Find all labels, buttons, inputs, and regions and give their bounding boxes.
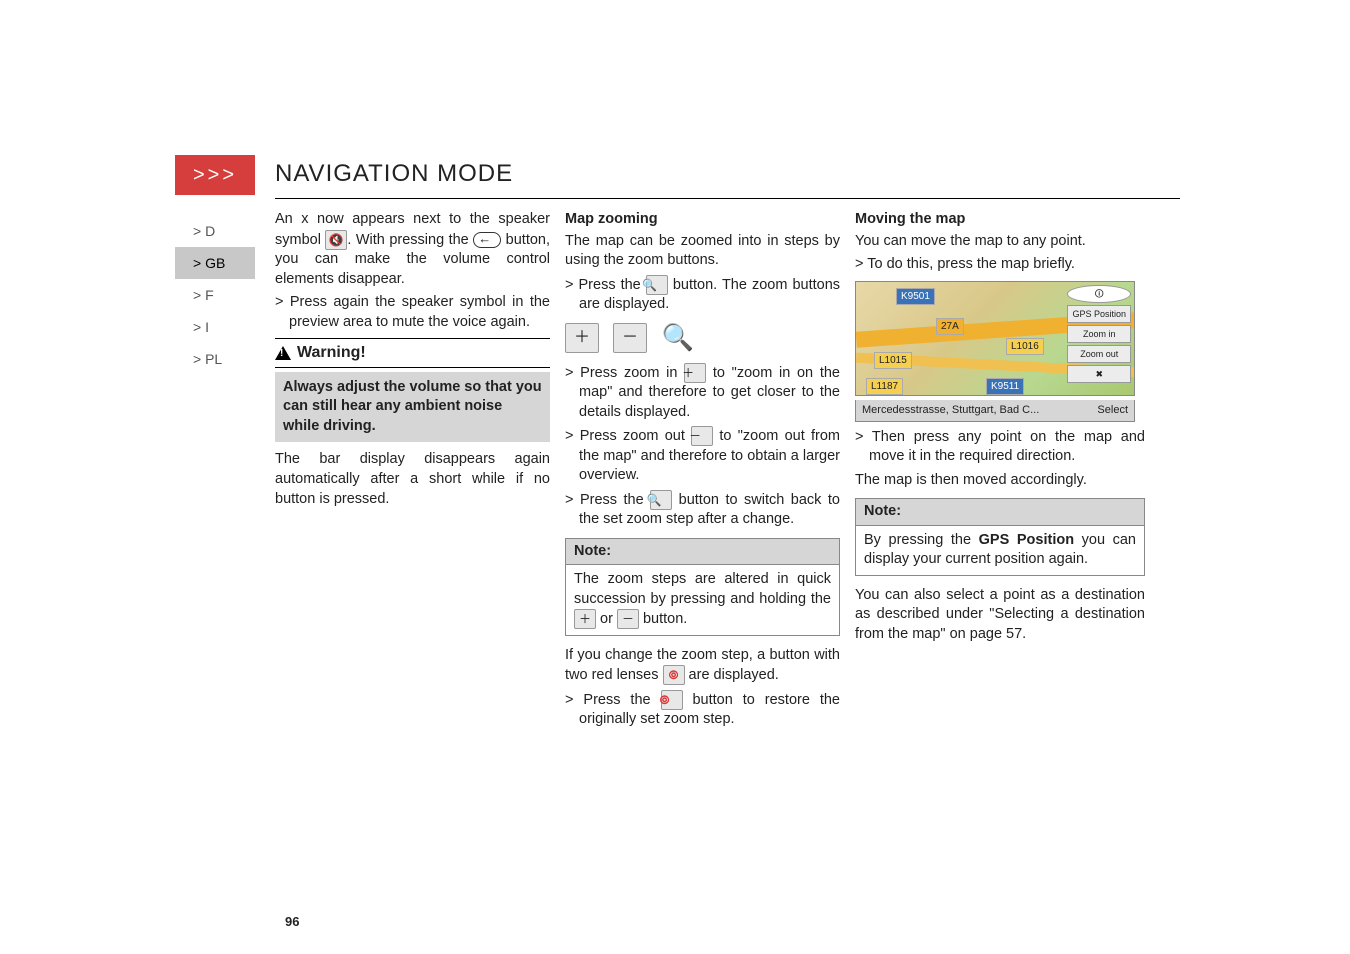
minus-icon-2: － (617, 609, 639, 629)
zoom-in-button[interactable]: ＋ (565, 323, 599, 353)
side-nav: > D > GB > F > I > PL (175, 215, 255, 375)
col2-li5: > Press the ⦾ button to restore the orig… (565, 690, 840, 730)
col3-note-head: Note: (855, 498, 1145, 525)
col2-li3: > Press zoom out － to "zoom out from the… (565, 426, 840, 486)
col3-p2: The map is then moved accordingly. (855, 471, 1145, 491)
column-1: An x now appears next to the speaker sym… (275, 210, 550, 513)
col2-note-body: The zoom steps are altered in quick succ… (565, 564, 840, 636)
map-road-l1187: L1187 (866, 378, 903, 396)
map-button-stack: 🛈 GPS Position Zoom in Zoom out ✖ (1067, 285, 1131, 384)
col1-p1: An x now appears next to the speaker sym… (275, 210, 550, 289)
page-title: NAVIGATION MODE (275, 160, 513, 188)
zoom-in-map-button[interactable]: Zoom in (1067, 325, 1131, 343)
map-road-k9501: K9501 (896, 288, 935, 306)
col3-p1: You can move the map to any point. (855, 232, 1145, 252)
col3-head: Moving the map (855, 210, 1145, 230)
zoom-out-map-button[interactable]: Zoom out (1067, 345, 1131, 363)
nav-d[interactable]: > D (175, 215, 255, 247)
col2-p2: If you change the zoom step, a button wi… (565, 646, 840, 686)
map-footer: Mercedesstrasse, Stuttgart, Bad C... Sel… (855, 400, 1135, 422)
col2-p1: The map can be zoomed into in steps by u… (565, 232, 840, 271)
plus-icon-2: ＋ (574, 609, 596, 629)
minus-icon: － (691, 426, 713, 446)
double-lens-icon: ⦾ (663, 665, 685, 685)
back-icon (473, 232, 501, 248)
gps-position-button[interactable]: GPS Position (1067, 305, 1131, 323)
map-footer-address: Mercedesstrasse, Stuttgart, Bad C... (862, 403, 1039, 418)
col1-p2: The bar display disappears again automat… (275, 450, 550, 509)
col3-li2: > Then press any point on the map and mo… (855, 428, 1145, 467)
warning-bar: Warning! (275, 338, 550, 368)
nav-pl[interactable]: > PL (175, 343, 255, 375)
page-number: 96 (285, 914, 299, 929)
col2-li4: > Press the 🔍 button to switch back to t… (565, 490, 840, 530)
map-road-k9511: K9511 (986, 378, 1024, 396)
plus-icon: ＋ (684, 363, 706, 383)
col3-p3: You can also select a point as a destina… (855, 586, 1145, 645)
col2-li1: > Press the 🔍 button. The zoom buttons a… (565, 275, 840, 315)
nav-f[interactable]: > F (175, 279, 255, 311)
zoom-row: ＋ － 🔍 (565, 323, 840, 353)
warning-triangle-icon (275, 346, 291, 360)
map-footer-select[interactable]: Select (1097, 403, 1128, 418)
warning-label: Warning! (297, 342, 366, 364)
magnifier-big-icon[interactable]: 🔍 (661, 323, 695, 353)
col2-li2: > Press zoom in ＋ to "zoom in on the map… (565, 363, 840, 423)
map-road-27a: 27A (936, 318, 964, 336)
col1-li1: > Press again the speaker symbol in the … (275, 293, 550, 332)
col3-li1: > To do this, press the map briefly. (855, 255, 1145, 275)
zoom-out-button[interactable]: － (613, 323, 647, 353)
warning-box: Always adjust the volume so that you can… (275, 372, 550, 443)
magnifier-small-icon: 🔍 (650, 490, 672, 510)
column-3: Moving the map You can move the map to a… (855, 210, 1145, 649)
col3-note-body: By pressing the GPS Position you can dis… (855, 525, 1145, 576)
column-2: Map zooming The map can be zoomed into i… (565, 210, 840, 734)
col2-head: Map zooming (565, 210, 840, 230)
nav-i[interactable]: > I (175, 311, 255, 343)
header-underline (275, 198, 1180, 199)
nav-gb[interactable]: > GB (175, 247, 255, 279)
map-road-l1016: L1016 (1006, 338, 1044, 356)
map-road-l1015: L1015 (874, 352, 912, 370)
col2-note-head: Note: (565, 538, 840, 565)
speaker-muted-icon: 🔇 (325, 230, 347, 250)
header-chevrons: >>> (175, 155, 255, 195)
double-lens-icon-2: ⦾ (661, 690, 683, 710)
map-preview[interactable]: K9501 27A L1015 L1187 K9511 L1016 🛈 GPS … (855, 281, 1135, 396)
magnifier-icon: 🔍 (646, 275, 668, 295)
